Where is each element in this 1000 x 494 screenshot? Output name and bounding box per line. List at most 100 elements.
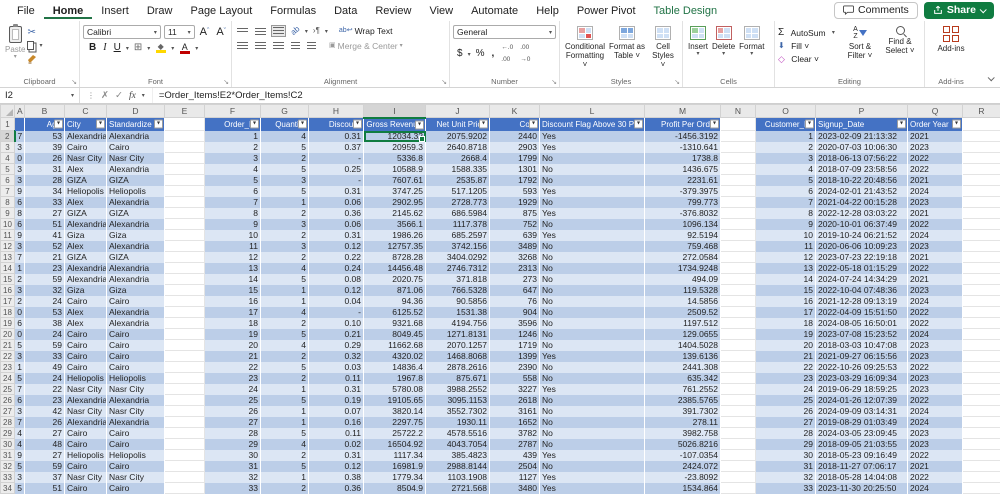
cell-M25[interactable]: 761.2552: [645, 384, 721, 395]
cell-Q12[interactable]: 2023: [908, 241, 963, 252]
cell-I27[interactable]: 3820.14: [364, 406, 426, 417]
row-header-10[interactable]: 10: [1, 219, 15, 230]
merge-center-button[interactable]: ▣ Merge & Center ▾: [327, 40, 405, 52]
cell-E8[interactable]: [165, 197, 205, 208]
cell-R33[interactable]: [963, 472, 1000, 483]
cell-L4[interactable]: No: [540, 153, 645, 164]
cell-N21[interactable]: [721, 340, 756, 351]
cell-L7[interactable]: Yes: [540, 186, 645, 197]
cell-G6[interactable]: 3: [261, 175, 309, 186]
cell-Q6[interactable]: 2021: [908, 175, 963, 186]
cell-P20[interactable]: 2023-07-08 15:23:52: [816, 329, 908, 340]
filter-button[interactable]: ▾: [897, 120, 906, 129]
cell-C24[interactable]: Heliopolis: [65, 373, 107, 384]
cell-H26[interactable]: 0.19: [309, 395, 364, 406]
cell-R3[interactable]: [963, 142, 1000, 153]
cell-E19[interactable]: [165, 318, 205, 329]
cell-K11[interactable]: 639: [490, 230, 540, 241]
cell-B7[interactable]: 34: [25, 186, 65, 197]
cell-E6[interactable]: [165, 175, 205, 186]
tab-page-layout[interactable]: Page Layout: [181, 2, 261, 19]
cell-B17[interactable]: 24: [25, 296, 65, 307]
cell-O21[interactable]: 20: [756, 340, 816, 351]
cell-M26[interactable]: 2385.5765: [645, 395, 721, 406]
cell-I2[interactable]: 12034.32: [364, 131, 426, 142]
cell-R30[interactable]: [963, 439, 1000, 450]
cell-D24[interactable]: Heliopolis: [107, 373, 165, 384]
cell-D29[interactable]: Cairo: [107, 428, 165, 439]
cell-H27[interactable]: 0.07: [309, 406, 364, 417]
cell-M27[interactable]: 391.7302: [645, 406, 721, 417]
cell-F27[interactable]: 26: [205, 406, 261, 417]
cell-R4[interactable]: [963, 153, 1000, 164]
cell-N31[interactable]: [721, 450, 756, 461]
cell-A26[interactable]: 6: [15, 395, 25, 406]
cell-C18[interactable]: Alex: [65, 307, 107, 318]
cell-E10[interactable]: [165, 219, 205, 230]
cell-K28[interactable]: 1652: [490, 417, 540, 428]
cell-E27[interactable]: [165, 406, 205, 417]
cell-E17[interactable]: [165, 296, 205, 307]
cell-B10[interactable]: 51: [25, 219, 65, 230]
cell-F24[interactable]: 23: [205, 373, 261, 384]
cell-P8[interactable]: 2021-04-22 00:15:28: [816, 197, 908, 208]
fill-color-button[interactable]: ◆: [153, 43, 168, 53]
cell-A24[interactable]: 5: [15, 373, 25, 384]
cell-C21[interactable]: Cairo: [65, 340, 107, 351]
cell-P31[interactable]: 2018-05-23 09:16:49: [816, 450, 908, 461]
cell-N1[interactable]: [721, 118, 756, 131]
cell-R25[interactable]: [963, 384, 1000, 395]
cell-I24[interactable]: 1967.8: [364, 373, 426, 384]
cell-I28[interactable]: 2297.75: [364, 417, 426, 428]
cell-C17[interactable]: Cairo: [65, 296, 107, 307]
cell-I25[interactable]: 5780.08: [364, 384, 426, 395]
cell-E9[interactable]: [165, 208, 205, 219]
cell-B19[interactable]: 38: [25, 318, 65, 329]
cell-O14[interactable]: 13: [756, 263, 816, 274]
cell-B15[interactable]: 59: [25, 274, 65, 285]
cell-L22[interactable]: Yes: [540, 351, 645, 362]
cell-J25[interactable]: 3988.2552: [426, 384, 490, 395]
cell-J18[interactable]: 1531.38: [426, 307, 490, 318]
cell-F20[interactable]: 19: [205, 329, 261, 340]
cell-A21[interactable]: 5: [15, 340, 25, 351]
cell-L5[interactable]: No: [540, 164, 645, 175]
cell-K9[interactable]: 875: [490, 208, 540, 219]
cell-L30[interactable]: No: [540, 439, 645, 450]
cell-R6[interactable]: [963, 175, 1000, 186]
cell-K24[interactable]: 558: [490, 373, 540, 384]
cell-L14[interactable]: No: [540, 263, 645, 274]
row-header-16[interactable]: 16: [1, 285, 15, 296]
cell-I32[interactable]: 16981.9: [364, 461, 426, 472]
cell-H33[interactable]: 0.38: [309, 472, 364, 483]
cell-E22[interactable]: [165, 351, 205, 362]
cell-D8[interactable]: Alexandria: [107, 197, 165, 208]
cell-N22[interactable]: [721, 351, 756, 362]
cell-L27[interactable]: No: [540, 406, 645, 417]
cell-B9[interactable]: 27: [25, 208, 65, 219]
cell-M4[interactable]: 1738.8: [645, 153, 721, 164]
cell-N26[interactable]: [721, 395, 756, 406]
row-header-31[interactable]: 31: [1, 450, 15, 461]
cell-A25[interactable]: 7: [15, 384, 25, 395]
cell-A13[interactable]: 7: [15, 252, 25, 263]
row-header-6[interactable]: 6: [1, 175, 15, 186]
cell-B21[interactable]: 59: [25, 340, 65, 351]
row-header-21[interactable]: 21: [1, 340, 15, 351]
cell-M17[interactable]: 14.5856: [645, 296, 721, 307]
cell-K15[interactable]: 273: [490, 274, 540, 285]
cell-H17[interactable]: 0.04: [309, 296, 364, 307]
align-right-button[interactable]: [271, 42, 286, 50]
cell-M5[interactable]: 1436.675: [645, 164, 721, 175]
cell-L29[interactable]: No: [540, 428, 645, 439]
cell-M28[interactable]: 278.11: [645, 417, 721, 428]
cell-M10[interactable]: 1096.134: [645, 219, 721, 230]
cell-O18[interactable]: 17: [756, 307, 816, 318]
cell-N34[interactable]: [721, 483, 756, 494]
cell-B5[interactable]: 31: [25, 164, 65, 175]
row-header-13[interactable]: 13: [1, 252, 15, 263]
cell-K26[interactable]: 2618: [490, 395, 540, 406]
cell-F32[interactable]: 31: [205, 461, 261, 472]
cell-J29[interactable]: 4578.5516: [426, 428, 490, 439]
cell-H7[interactable]: 0.31: [309, 186, 364, 197]
